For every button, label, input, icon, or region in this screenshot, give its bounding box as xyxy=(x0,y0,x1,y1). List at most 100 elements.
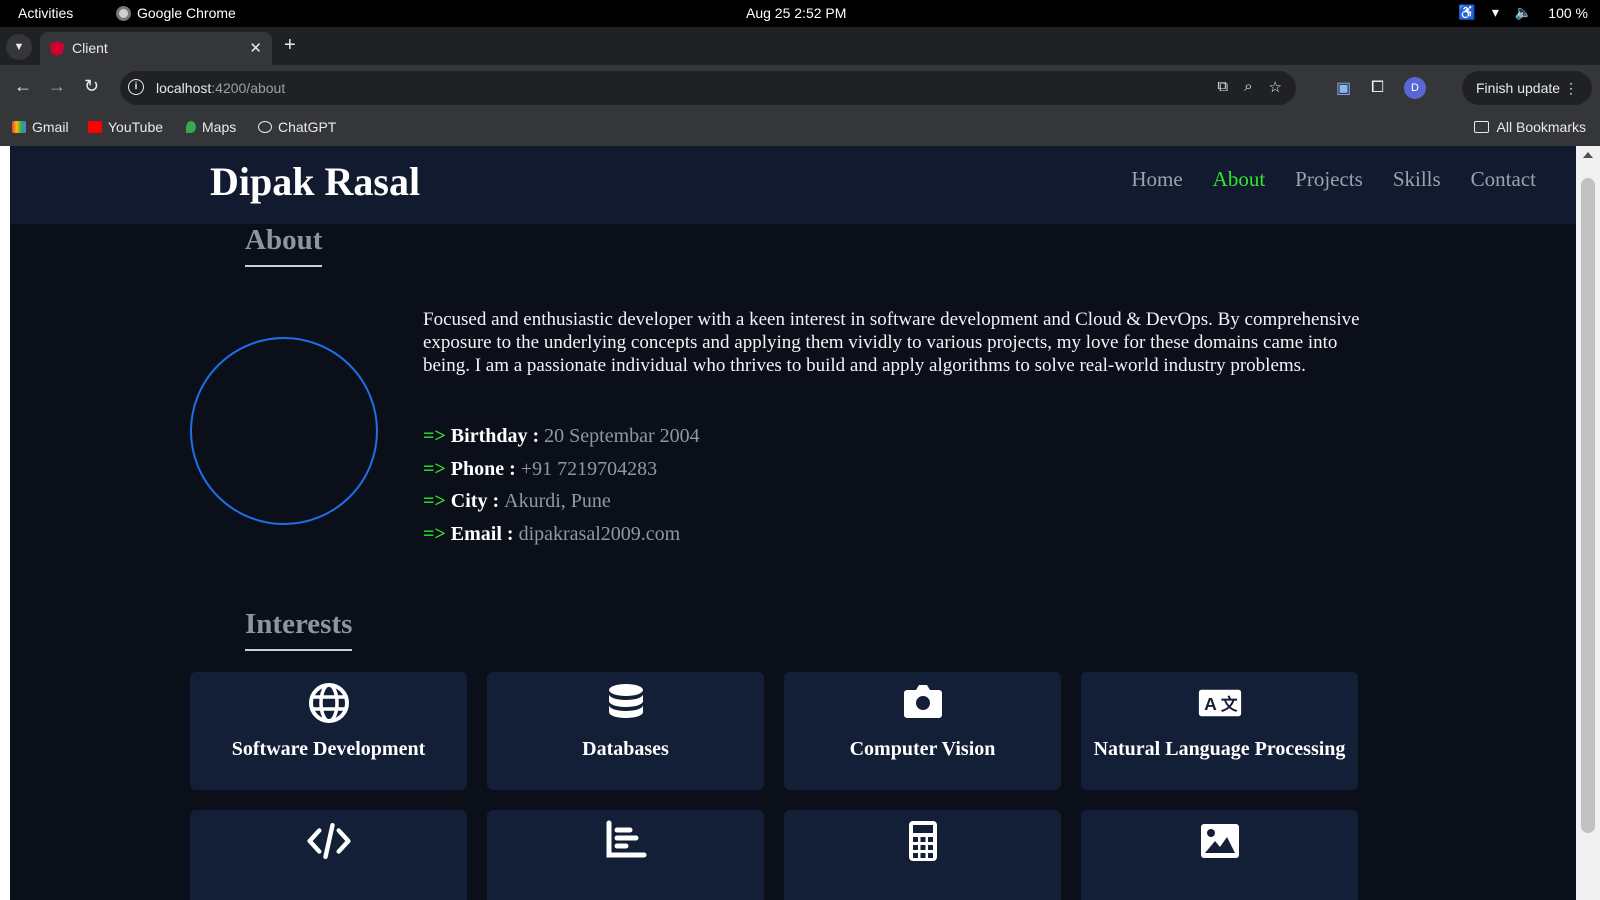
back-icon[interactable]: ← xyxy=(14,76,32,97)
fact-value: +91 7219704283 xyxy=(520,457,658,480)
interest-card[interactable] xyxy=(190,810,467,900)
interest-card[interactable] xyxy=(487,810,764,900)
url-text[interactable]: localhost:4200/about xyxy=(156,80,285,96)
page-scrollbar[interactable] xyxy=(1576,146,1600,900)
about-heading: About xyxy=(245,224,323,267)
interests-grid: Software Development Databases Computer … xyxy=(190,672,1360,900)
fact-city: => City : Akurdi, Pune xyxy=(423,490,700,523)
tab-search-button[interactable]: ▼ xyxy=(6,34,32,60)
site-header: Dipak Rasal Home About Projects Skills C… xyxy=(10,146,1576,224)
clock[interactable]: Aug 25 2:52 PM xyxy=(746,5,846,21)
accessibility-icon: ♿ xyxy=(1458,4,1476,20)
fact-value: dipakrasal2009.com xyxy=(518,522,681,545)
app-name: Google Chrome xyxy=(137,5,236,21)
chrome-icon xyxy=(116,5,131,21)
nav-skills[interactable]: Skills xyxy=(1393,167,1441,192)
nav-home[interactable]: Home xyxy=(1131,167,1182,192)
fact-arrow: => xyxy=(423,457,446,480)
reload-icon[interactable]: ↻ xyxy=(84,76,99,97)
bookmark-star-icon[interactable]: ☆ xyxy=(1269,78,1282,96)
scroll-up-icon[interactable] xyxy=(1583,152,1593,158)
fact-key: Phone : xyxy=(450,457,516,480)
nav-about[interactable]: About xyxy=(1213,167,1266,192)
image-icon xyxy=(1200,824,1239,858)
interest-label: Computer Vision xyxy=(849,738,996,760)
window-edge xyxy=(0,146,10,900)
profile-photo xyxy=(190,337,378,525)
fact-value: Akurdi, Pune xyxy=(504,490,611,512)
interest-label: Software Development xyxy=(231,738,426,760)
interest-card[interactable] xyxy=(784,810,1061,900)
volume-icon: 🔈 xyxy=(1514,4,1533,20)
open-external-icon[interactable]: ⧉ xyxy=(1217,78,1228,96)
zoom-icon[interactable]: ⌕ xyxy=(1244,78,1252,96)
app-menu[interactable]: Google Chrome xyxy=(116,5,236,21)
code-icon xyxy=(306,822,351,860)
interest-card[interactable] xyxy=(1081,810,1358,900)
bookmark-youtube[interactable]: YouTube xyxy=(88,119,163,135)
forward-icon[interactable]: → xyxy=(48,76,66,97)
globe-icon xyxy=(308,683,349,723)
extensions-icon[interactable]: ⧠ xyxy=(1371,79,1384,97)
site-nav: Home About Projects Skills Contact xyxy=(1131,167,1536,192)
gmail-icon xyxy=(12,121,26,133)
fact-key: City : xyxy=(450,490,500,512)
interest-card[interactable]: Computer Vision xyxy=(784,672,1061,790)
fact-value: 20 Septembar 2004 xyxy=(544,425,700,447)
bookmark-maps[interactable]: Maps xyxy=(186,119,236,135)
os-top-bar: Activities Google Chrome Aug 25 2:52 PM … xyxy=(0,0,1600,27)
activities-button[interactable]: Activities xyxy=(18,5,73,21)
tab-strip: ▼ Client ✕ + xyxy=(0,27,1600,65)
translate-icon: A 文 xyxy=(1198,689,1241,717)
fact-key: Birthday : xyxy=(450,425,540,447)
battery-level: 100 % xyxy=(1548,4,1588,21)
new-tab-button[interactable]: + xyxy=(284,34,296,57)
tab-title: Client xyxy=(72,40,108,56)
chatgpt-icon xyxy=(258,121,272,133)
site-info-icon[interactable]: i xyxy=(128,79,144,95)
system-tray[interactable]: ♿ ▾ 🔈 100 % xyxy=(1458,4,1588,21)
svg-text:A: A xyxy=(1204,694,1217,714)
fact-arrow: => xyxy=(423,425,446,447)
interest-card[interactable]: Databases xyxy=(487,672,764,790)
nav-contact[interactable]: Contact xyxy=(1471,167,1536,192)
interest-label: Natural Language Processing xyxy=(1093,738,1346,760)
browser-toolbar: ← → ↻ i localhost:4200/about ⧉ ⌕ ☆ ▣ ⧠ D… xyxy=(0,65,1600,110)
svg-text:文: 文 xyxy=(1220,694,1237,714)
all-bookmarks-button[interactable]: All Bookmarks xyxy=(1473,119,1586,135)
bookmark-gmail[interactable]: Gmail xyxy=(12,119,69,135)
translate-extension-icon[interactable]: ▣ xyxy=(1336,78,1351,98)
folder-icon xyxy=(1473,121,1489,133)
interest-card[interactable]: A 文 Natural Language Processing xyxy=(1081,672,1358,790)
fact-arrow: => xyxy=(423,490,446,512)
kebab-menu-icon: ⋮ xyxy=(1563,80,1578,96)
profile-avatar[interactable]: D xyxy=(1403,77,1426,99)
fact-key: Email : xyxy=(450,522,514,545)
tab-client[interactable]: Client ✕ xyxy=(40,32,272,65)
bookmark-chatgpt[interactable]: ChatGPT xyxy=(258,119,336,135)
close-tab-icon[interactable]: ✕ xyxy=(249,39,262,57)
finish-update-button[interactable]: Finish update ⋮ xyxy=(1462,71,1592,105)
angular-favicon-icon xyxy=(50,41,64,56)
fact-birthday: => Birthday : 20 Septembar 2004 xyxy=(423,425,700,458)
personal-facts: => Birthday : 20 Septembar 2004 => Phone… xyxy=(423,425,700,555)
site-brand[interactable]: Dipak Rasal xyxy=(210,158,420,205)
fact-phone: => Phone : +91 7219704283 xyxy=(423,458,700,491)
fact-email: => Email : dipakrasal2009.com xyxy=(423,523,700,556)
bookmarks-bar: Gmail YouTube Maps ChatGPT All Bookmarks xyxy=(0,110,1600,146)
page-viewport: Dipak Rasal Home About Projects Skills C… xyxy=(10,146,1576,900)
interest-card[interactable]: Software Development xyxy=(190,672,467,790)
database-icon xyxy=(608,684,643,718)
maps-icon xyxy=(186,121,196,133)
wifi-icon: ▾ xyxy=(1491,4,1499,20)
address-bar[interactable]: i localhost:4200/about ⧉ ⌕ ☆ xyxy=(120,71,1296,105)
youtube-icon xyxy=(88,121,102,133)
nav-projects[interactable]: Projects xyxy=(1295,167,1363,192)
fact-arrow: => xyxy=(423,522,446,545)
about-bio: Focused and enthusiastic developer with … xyxy=(423,309,1360,376)
chart-icon xyxy=(606,820,646,858)
calculator-icon xyxy=(908,821,937,861)
interests-heading: Interests xyxy=(245,608,353,651)
interest-label: Databases xyxy=(582,738,669,760)
scrollbar-thumb[interactable] xyxy=(1581,178,1595,833)
